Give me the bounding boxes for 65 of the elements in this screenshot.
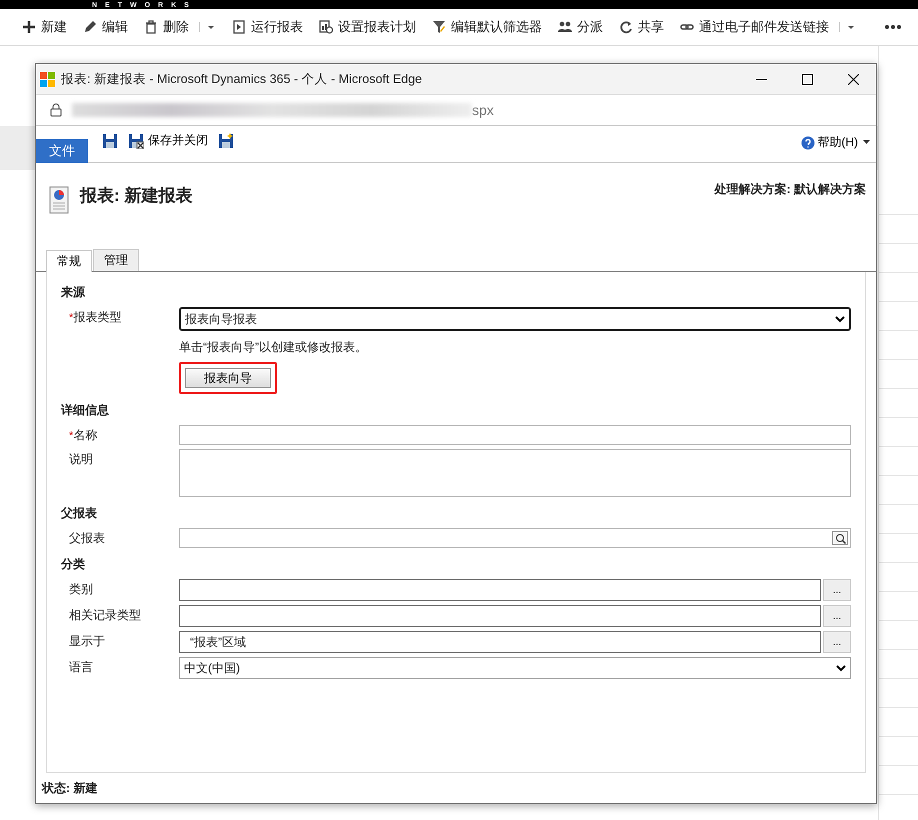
section-title: 来源 <box>61 284 86 301</box>
field-label: 报表类型 <box>73 310 122 324</box>
required-asterisk: * <box>69 312 74 324</box>
solution-label: 处理解决方案: 默认解决方案 <box>714 181 866 198</box>
toolbar-button[interactable]: 设置报表计划 <box>313 14 422 40</box>
input-field[interactable] <box>179 605 821 627</box>
status-text: 状态: 新建 <box>40 780 98 796</box>
help-icon[interactable] <box>801 136 816 150</box>
form-tab[interactable]: 常规 <box>46 250 92 272</box>
toolbar-button[interactable]: 编辑默认筛选器 <box>426 14 548 40</box>
field-label: 语言 <box>69 660 93 674</box>
report-wizard-button[interactable]: 报表向导 <box>185 368 271 388</box>
more-icon[interactable] <box>884 24 902 30</box>
save-new-icon[interactable] <box>218 132 234 148</box>
toolbar-button[interactable]: 运行报表 <box>226 14 309 40</box>
windows-logo-icon <box>40 72 55 86</box>
field-label: 类别 <box>69 582 93 596</box>
close-icon[interactable] <box>848 74 858 84</box>
toolbar-button[interactable]: 共享 <box>613 14 670 40</box>
toolbar-button[interactable]: 新建 <box>16 14 73 40</box>
file-tab[interactable]: 文件 <box>36 139 88 163</box>
filter-icon <box>432 20 446 34</box>
help-button[interactable]: 帮助(H) <box>801 134 870 151</box>
hint-text: 单击“报表向导”以创建或修改报表。 <box>179 339 367 356</box>
field-label: 父报表 <box>69 531 105 545</box>
maximize-icon[interactable] <box>802 74 812 84</box>
lock-icon <box>50 103 62 117</box>
save-close-button[interactable]: 保存并关闭 <box>128 132 208 149</box>
schedule-icon <box>319 20 333 34</box>
save-icon[interactable] <box>102 132 118 148</box>
plus-icon <box>22 20 36 34</box>
dropdown-field[interactable]: 中文(中国) <box>179 657 851 679</box>
browse-button[interactable]: ... <box>823 605 851 627</box>
field-label: 显示于 <box>69 634 105 648</box>
browse-button[interactable]: ... <box>823 579 851 601</box>
toolbar-button[interactable]: 通过电子邮件发送链接 <box>674 14 835 40</box>
save-close-icon[interactable] <box>128 132 144 148</box>
play-icon <box>232 20 246 34</box>
field-label: 说明 <box>69 452 93 466</box>
form-tab[interactable]: 管理 <box>93 249 139 271</box>
field-label: 相关记录类型 <box>69 608 141 622</box>
pencil-icon <box>83 20 97 34</box>
form-title: 报表: 新建报表 <box>80 185 194 207</box>
toolbar-button[interactable]: 删除 <box>138 14 195 40</box>
trash-icon <box>144 20 158 34</box>
caret-icon[interactable] <box>863 140 870 145</box>
required-asterisk: * <box>69 430 74 442</box>
toolbar-button[interactable]: 编辑 <box>77 14 134 40</box>
browse-button[interactable]: ... <box>823 631 851 653</box>
dropdown-field[interactable]: 报表向导报表 <box>179 307 851 331</box>
search-icon[interactable] <box>832 531 848 545</box>
chevron-down-icon[interactable] <box>835 316 845 322</box>
input-field[interactable] <box>179 579 821 601</box>
section-title: 父报表 <box>61 505 98 522</box>
input-field[interactable]: “报表”区域 <box>179 631 821 653</box>
lookup-field[interactable] <box>179 528 851 548</box>
window-title: 报表: 新建报表 - Microsoft Dynamics 365 - 个人 - Microsoft Edge <box>61 70 424 88</box>
section-title: 详细信息 <box>61 402 110 419</box>
field-label: 名称 <box>73 428 98 442</box>
people-icon <box>558 20 572 34</box>
section-title: 分类 <box>61 556 86 573</box>
toolbar-button[interactable]: 分派 <box>552 14 609 40</box>
input-field[interactable] <box>179 425 851 445</box>
address-text: spx <box>472 102 494 118</box>
chevron-down-icon[interactable] <box>836 664 846 672</box>
